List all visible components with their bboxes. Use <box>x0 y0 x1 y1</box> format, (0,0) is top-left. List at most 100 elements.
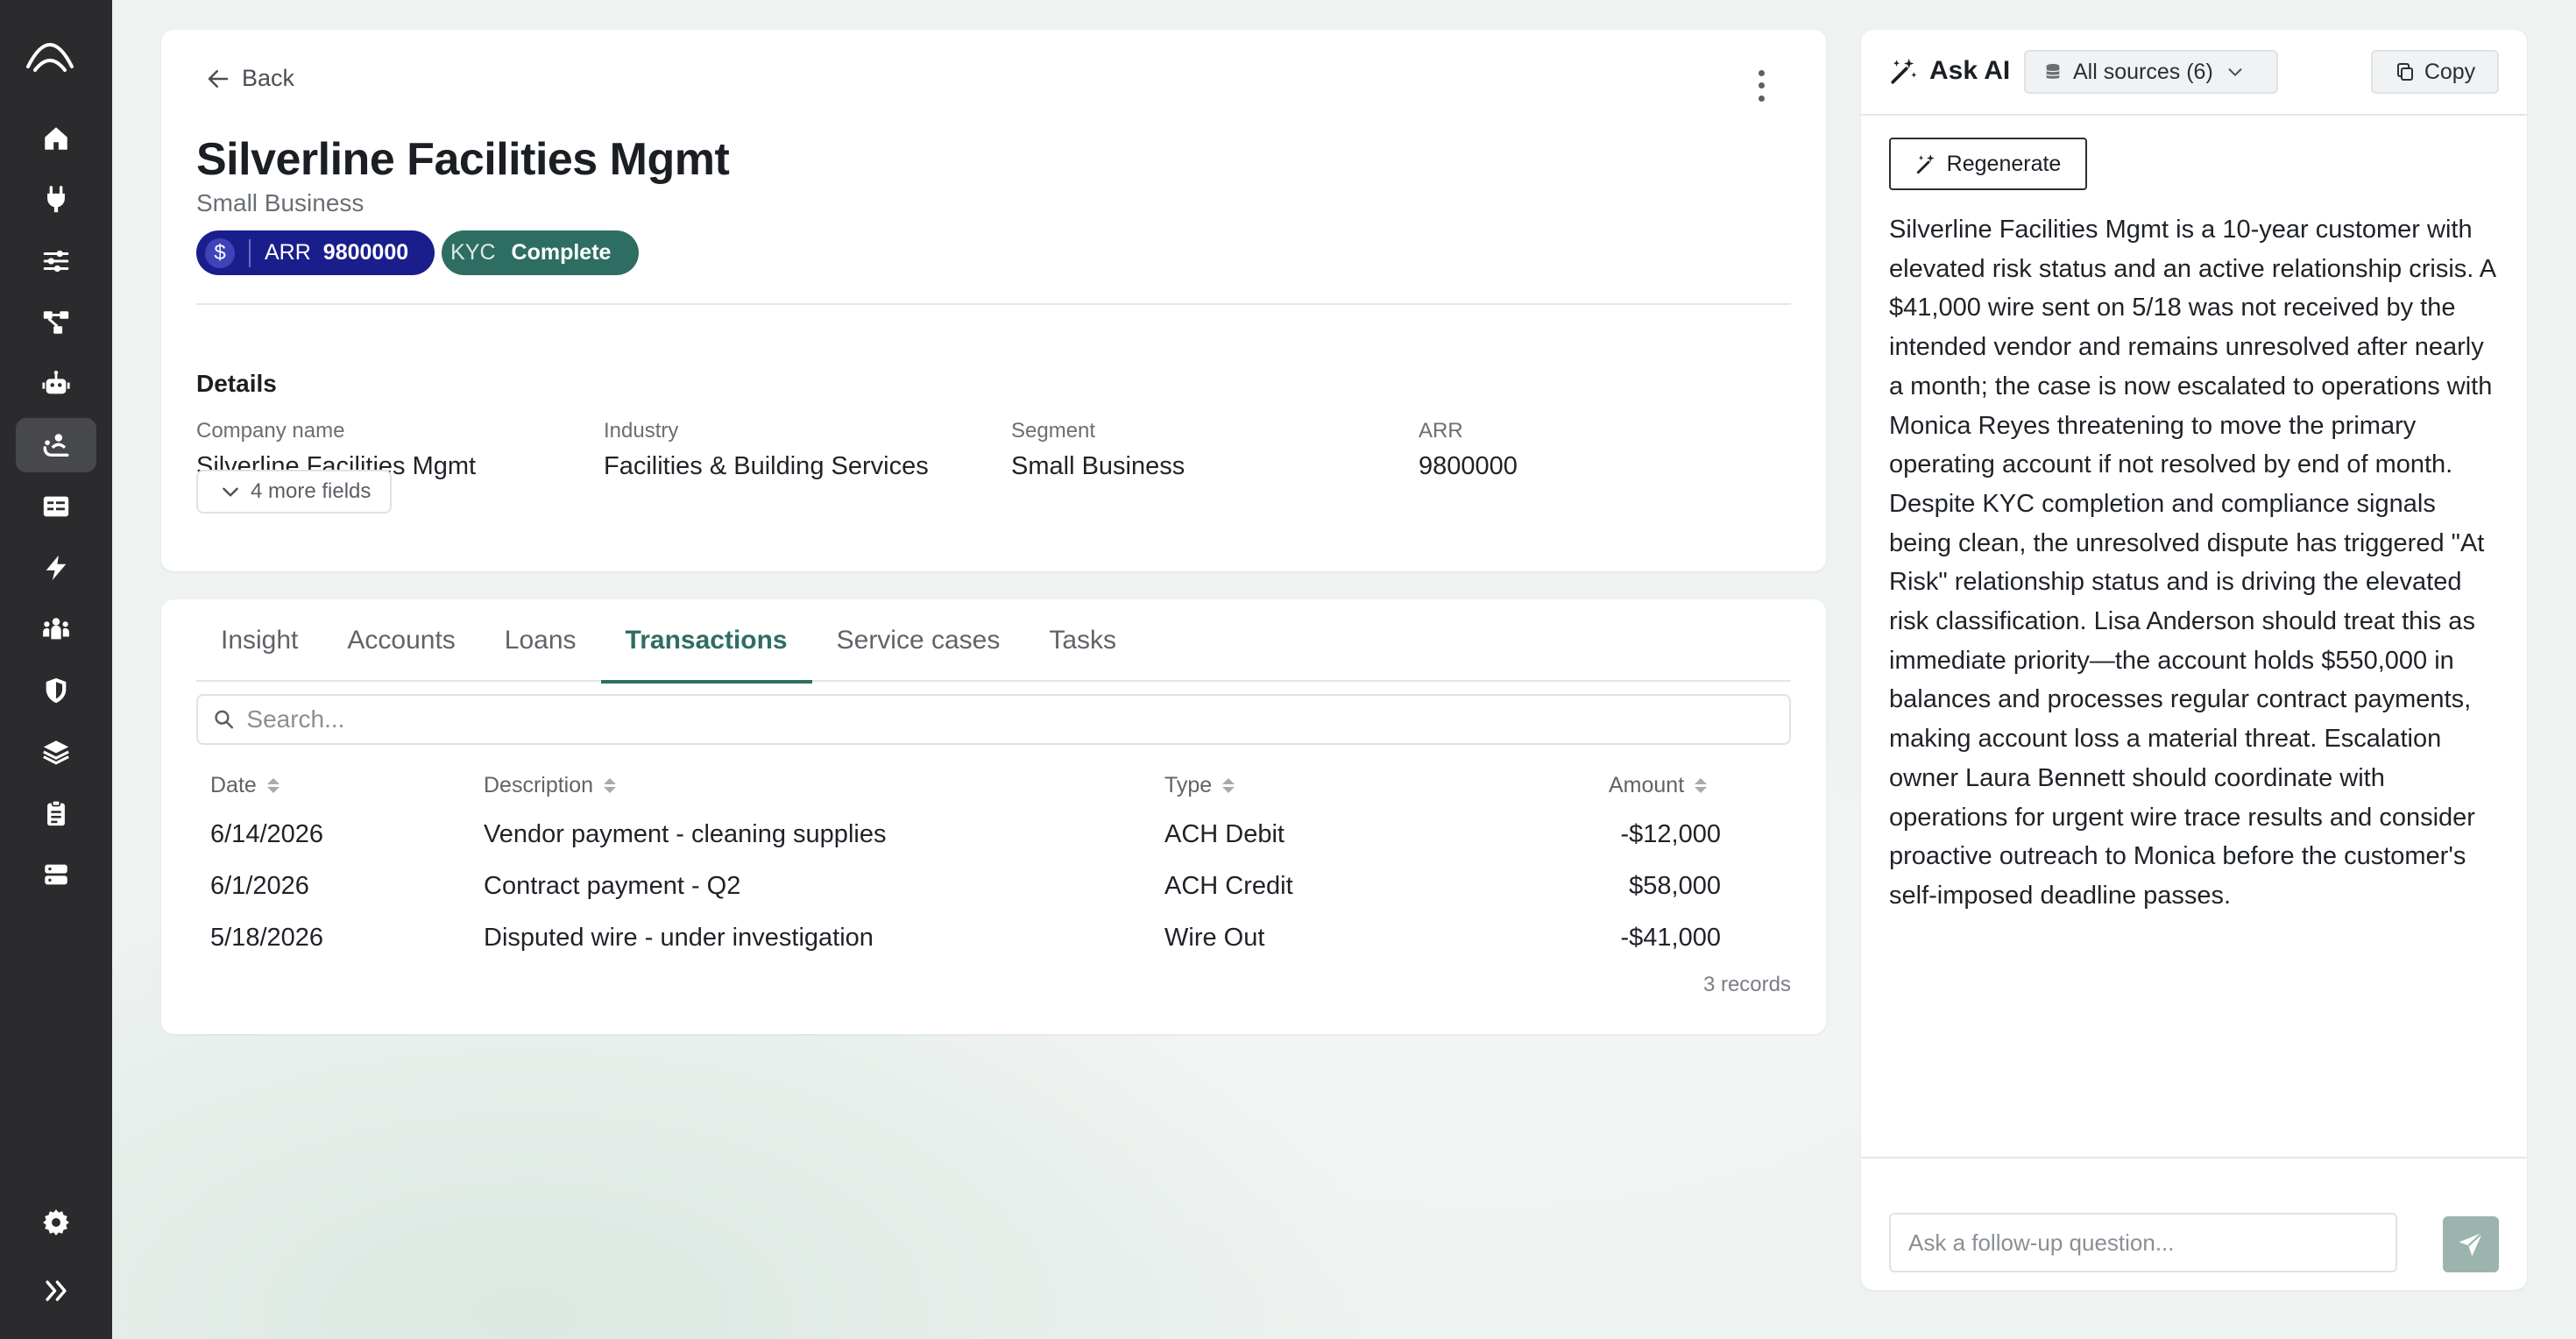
kyc-badge: KYC Complete <box>442 230 640 275</box>
tab-insight[interactable]: Insight <box>196 599 322 682</box>
magic-wand-icon <box>1916 154 1935 174</box>
field-value: Small Business <box>1011 452 1185 480</box>
search-field <box>196 694 1791 745</box>
column-header-date[interactable]: Date <box>210 773 280 798</box>
records-count: 3 records <box>1702 973 1791 996</box>
column-header-amount[interactable]: Amount <box>1609 773 1708 798</box>
field-value: Facilities & Building Services <box>604 452 929 480</box>
table-row[interactable]: 6/1/2026 Contract payment - Q2 ACH Credi… <box>161 861 1826 913</box>
column-header-description[interactable]: Description <box>484 773 617 798</box>
field-industry: Industry Facilities & Building Services <box>604 419 929 481</box>
field-value: 9800000 <box>1419 452 1518 480</box>
transactions-card: Insight Accounts Loans Transactions Serv… <box>161 599 1826 1034</box>
divider <box>196 303 1791 305</box>
followup-input[interactable] <box>1908 1229 2396 1257</box>
tab-tasks[interactable]: Tasks <box>1024 599 1141 682</box>
column-header-label: Type <box>1164 773 1213 797</box>
field-label: Segment <box>1011 419 1096 443</box>
column-header-label: Description <box>484 773 594 797</box>
tab-service-cases[interactable]: Service cases <box>812 599 1025 682</box>
robot-icon[interactable] <box>16 357 96 411</box>
chevron-down-icon <box>2228 68 2242 76</box>
table-row[interactable]: 5/18/2026 Disputed wire - under investig… <box>161 913 1826 965</box>
plug-icon[interactable] <box>16 173 96 227</box>
ai-panel-title: Ask AI <box>1889 56 2010 86</box>
tab-accounts[interactable]: Accounts <box>322 599 479 682</box>
more-options-icon[interactable] <box>1747 67 1775 105</box>
field-label: ARR <box>1419 419 1463 443</box>
followup-field <box>1889 1213 2397 1272</box>
sources-dropdown[interactable]: All sources (6) <box>2024 50 2278 94</box>
layers-icon[interactable] <box>16 725 96 779</box>
sort-icon <box>1695 778 1708 793</box>
sliders-icon[interactable] <box>16 234 96 288</box>
workflow-icon[interactable] <box>16 295 96 350</box>
relationship-icon[interactable] <box>16 418 96 472</box>
arr-badge-label: ARR <box>265 240 311 265</box>
sources-label: All sources (6) <box>2073 59 2213 84</box>
arrow-left-icon <box>208 69 229 88</box>
id-card-icon[interactable] <box>16 479 96 534</box>
send-icon <box>2459 1231 2484 1257</box>
magic-wand-icon <box>1891 58 1917 84</box>
chevron-down-icon <box>223 487 238 497</box>
cell-description: Vendor payment - cleaning supplies <box>484 820 887 848</box>
copy-button[interactable]: Copy <box>2371 50 2499 94</box>
arr-badge: $ ARR 9800000 <box>196 230 435 275</box>
details-heading: Details <box>196 370 277 397</box>
arr-badge-value: 9800000 <box>322 240 409 265</box>
ai-panel-header: Ask AI All sources (6) Copy <box>1861 30 2527 116</box>
back-label: Back <box>242 65 295 91</box>
shield-icon[interactable] <box>16 663 96 718</box>
field-label: Industry <box>604 419 679 443</box>
tab-transactions[interactable]: Transactions <box>600 599 812 684</box>
page-title: Silverline Facilities Mgmt <box>196 134 730 185</box>
company-type: Small Business <box>196 189 364 216</box>
ask-ai-panel: Ask AI All sources (6) Copy Regenerate S… <box>1861 30 2527 1290</box>
cell-type: ACH Credit <box>1164 872 1293 900</box>
sidebar <box>0 0 112 1339</box>
copy-label: Copy <box>2424 59 2476 84</box>
sort-icon <box>266 778 280 793</box>
back-button[interactable]: Back <box>205 65 294 92</box>
gear-icon[interactable] <box>16 1195 96 1250</box>
search-input[interactable] <box>246 705 1789 733</box>
cell-description: Contract payment - Q2 <box>484 872 741 900</box>
regenerate-label: Regenerate <box>1946 151 2062 176</box>
team-icon[interactable] <box>16 602 96 656</box>
sort-icon <box>604 778 617 793</box>
regenerate-button[interactable]: Regenerate <box>1889 138 2087 190</box>
cell-date: 6/1/2026 <box>210 872 309 900</box>
cell-amount: -$41,000 <box>1620 924 1722 952</box>
kyc-badge-label: KYC <box>450 240 496 265</box>
more-fields-label: 4 more fields <box>251 479 372 503</box>
server-icon[interactable] <box>16 847 96 902</box>
divider <box>1861 1157 2527 1158</box>
more-fields-button[interactable]: 4 more fields <box>196 470 393 514</box>
home-icon[interactable] <box>16 111 96 166</box>
clipboard-icon[interactable] <box>16 786 96 840</box>
app-logo-icon[interactable] <box>25 32 75 75</box>
column-header-type[interactable]: Type <box>1164 773 1235 798</box>
cell-amount: -$12,000 <box>1620 820 1722 848</box>
ai-summary-text: Silverline Facilities Mgmt is a 10-year … <box>1889 216 2495 910</box>
customer-header-card: Back Silverline Facilities Mgmt Small Bu… <box>161 30 1826 571</box>
send-button[interactable] <box>2443 1216 2499 1272</box>
copy-icon <box>2396 63 2413 81</box>
badge-group: $ ARR 9800000 KYC Complete <box>196 230 640 275</box>
search-icon <box>215 710 234 729</box>
cell-date: 6/14/2026 <box>210 820 324 848</box>
ai-title-label: Ask AI <box>1929 56 2011 85</box>
lightning-icon[interactable] <box>16 541 96 595</box>
expand-icon[interactable] <box>16 1264 96 1318</box>
cell-description: Disputed wire - under investigation <box>484 924 874 952</box>
field-arr: ARR 9800000 <box>1419 419 1518 481</box>
tab-loans[interactable]: Loans <box>480 599 601 682</box>
database-icon <box>2046 63 2060 79</box>
sort-icon <box>1222 778 1235 793</box>
column-header-label: Amount <box>1609 773 1685 797</box>
table-row[interactable]: 6/14/2026 Vendor payment - cleaning supp… <box>161 810 1826 861</box>
tab-bar: Insight Accounts Loans Transactions Serv… <box>196 599 1791 684</box>
cell-amount: $58,000 <box>1629 872 1721 900</box>
field-label: Company name <box>196 419 345 443</box>
